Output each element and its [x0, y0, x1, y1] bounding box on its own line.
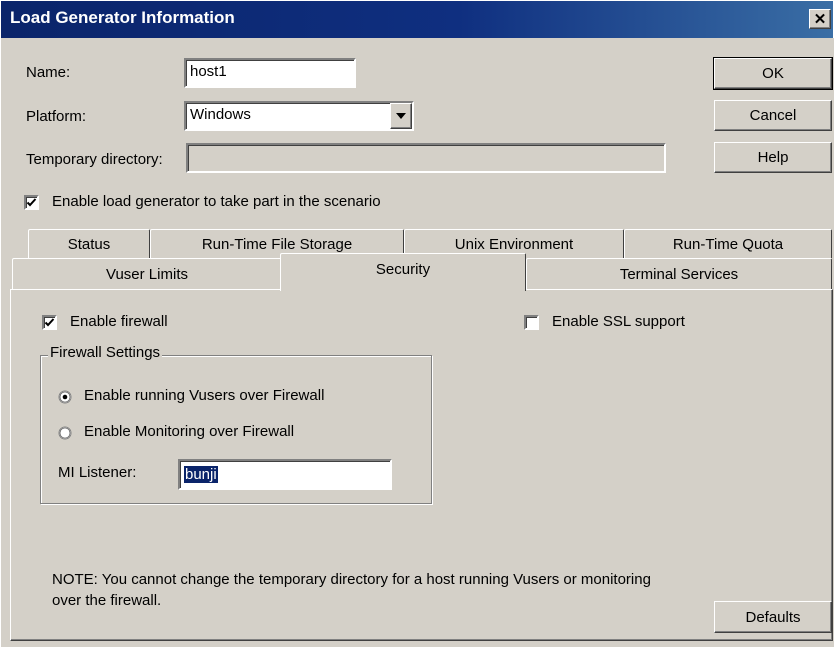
tab-label: Status: [67, 235, 111, 253]
note-text: NOTE: You cannot change the temporary di…: [52, 571, 651, 609]
mi-listener-input[interactable]: bunji: [178, 459, 392, 490]
tempdir-input[interactable]: [186, 143, 666, 173]
tab-terminal-services[interactable]: Terminal Services: [526, 258, 832, 289]
radio-monitoring-label: Enable Monitoring over Firewall: [84, 423, 295, 440]
enable-ssl-label: Enable SSL support: [552, 313, 685, 330]
tab-label: Unix Environment: [454, 235, 574, 253]
ok-button[interactable]: OK: [713, 57, 833, 90]
name-label: Name:: [26, 64, 71, 81]
help-button[interactable]: Help: [714, 142, 832, 173]
tab-vuser-limits[interactable]: Vuser Limits: [12, 258, 282, 289]
platform-value: Windows: [190, 106, 251, 123]
platform-select[interactable]: Windows: [184, 101, 414, 131]
enable-load-generator-label: Enable load generator to take part in th…: [52, 193, 381, 210]
radio-vusers-over-firewall[interactable]: [58, 390, 72, 404]
name-value: host1: [190, 63, 227, 80]
tab-label: Run-Time File Storage: [201, 235, 353, 253]
enable-firewall-label: Enable firewall: [70, 313, 168, 330]
radio-monitoring-over-firewall[interactable]: [58, 426, 72, 440]
tab-label: Vuser Limits: [106, 265, 188, 283]
tab-label: Terminal Services: [619, 265, 739, 283]
enable-load-generator-checkbox[interactable]: [24, 195, 39, 210]
enable-firewall-checkbox[interactable]: [42, 315, 57, 330]
tempdir-label: Temporary directory:: [26, 151, 163, 168]
checkmark-icon: [26, 198, 37, 207]
mi-listener-value: bunji: [184, 466, 218, 483]
firewall-settings-title: Firewall Settings: [48, 344, 163, 361]
tab-label: Run-Time Quota: [672, 235, 784, 253]
mi-listener-label: MI Listener:: [58, 464, 137, 481]
window-title: Load Generator Information: [10, 8, 235, 27]
platform-dropdown-button[interactable]: [390, 103, 412, 129]
tab-label: Security: [375, 261, 431, 278]
close-button[interactable]: ✕: [809, 9, 831, 29]
tab-status[interactable]: Status: [28, 229, 150, 258]
active-tab-joiner: [281, 288, 525, 291]
close-icon: ✕: [813, 10, 827, 28]
platform-label: Platform:: [26, 108, 87, 125]
chevron-down-icon: [396, 113, 406, 119]
window-frame: [0, 38, 3, 647]
cancel-button[interactable]: Cancel: [714, 100, 832, 131]
radio-vusers-label: Enable running Vusers over Firewall: [84, 387, 325, 404]
tab-security[interactable]: Security: [280, 253, 526, 291]
defaults-button[interactable]: Defaults: [714, 601, 832, 633]
name-input[interactable]: host1: [184, 58, 356, 88]
tab-run-time-quota[interactable]: Run-Time Quota: [624, 229, 832, 258]
enable-ssl-checkbox[interactable]: [524, 315, 539, 330]
checkmark-icon: [44, 318, 55, 327]
